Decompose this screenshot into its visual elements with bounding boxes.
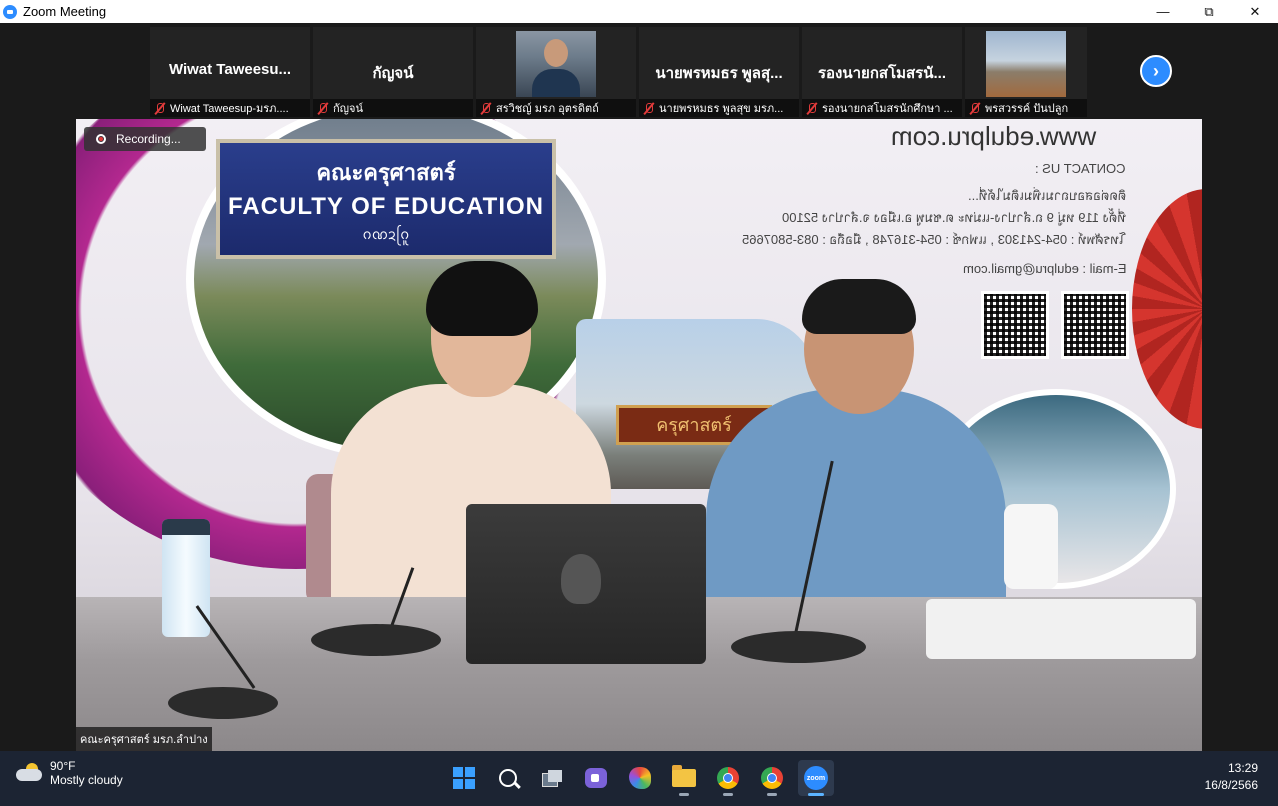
- chrome-icon: [761, 767, 783, 789]
- faculty-sign: คณะครุศาสตร์ FACULTY OF EDUCATION ᨣᨱᨯᨣᩕᩪ: [216, 139, 556, 259]
- qr-code: [981, 291, 1049, 359]
- laptop: [466, 504, 706, 664]
- contact-line: โทรศัพท์ : 054-241303 , แฟกซ์ : 054-3167…: [742, 232, 1126, 247]
- running-indicator: [679, 793, 689, 796]
- window-title: Zoom Meeting: [23, 4, 107, 19]
- participant-label: รองนายกสโมสรนักศึกษา ...: [822, 103, 953, 115]
- search-button[interactable]: [490, 760, 526, 796]
- weather-widget[interactable]: 90°F Mostly cloudy: [16, 759, 123, 787]
- participant-footer: พรสวรรค์ ปันปลูก: [965, 99, 1087, 117]
- meeting-area: Wiwat Taweesu... Wiwat Taweesup-มรภ.... …: [0, 23, 1278, 751]
- task-view-icon: [542, 770, 562, 787]
- palette-icon: [629, 767, 651, 789]
- recording-label: Recording...: [116, 132, 181, 146]
- participant-footer: สรวิชญ์ มรภ อุตรดิตถ์: [476, 99, 636, 117]
- participant-strip: Wiwat Taweesu... Wiwat Taweesup-มรภ.... …: [150, 27, 1090, 117]
- weather-temperature: 90°F: [50, 759, 76, 773]
- taskbar-apps: zoom: [446, 760, 842, 796]
- start-button[interactable]: [446, 760, 482, 796]
- sign-thai-text: คณะครุศาสตร์: [316, 160, 456, 185]
- windows-icon: [453, 767, 475, 789]
- laptop-sticker: [561, 554, 601, 604]
- chat-button[interactable]: [578, 760, 614, 796]
- speaker-man-hair: [802, 279, 916, 334]
- paint-app-button[interactable]: [622, 760, 658, 796]
- minimize-button[interactable]: —: [1140, 0, 1186, 23]
- next-page-button[interactable]: ›: [1140, 55, 1172, 87]
- speaker-woman-hair: [426, 261, 538, 336]
- participant-video: [986, 31, 1066, 97]
- taskbar: 90°F Mostly cloudy zoom 13:29 16/8/2566: [0, 751, 1278, 806]
- chevron-right-icon: ›: [1153, 60, 1159, 81]
- record-icon: [96, 134, 106, 144]
- chrome-profile-button[interactable]: [754, 760, 790, 796]
- microphone-base: [168, 687, 278, 719]
- participant-thumbnail[interactable]: รองนายกสโมสรนั... รองนายกสโมสรนักศึกษา .…: [802, 27, 962, 117]
- water-bottle: [162, 519, 210, 637]
- microphone-base: [311, 624, 441, 656]
- sign-english-text: FACULTY OF EDUCATION: [228, 193, 544, 220]
- microphone-base: [731, 631, 866, 663]
- task-view-button[interactable]: [534, 760, 570, 796]
- qr-code: [1061, 291, 1129, 359]
- document-camera: [1004, 504, 1058, 589]
- chat-icon: [585, 768, 607, 788]
- active-speaker-name: คณะครุศาสตร์ มรภ.ลำปาง: [76, 727, 212, 751]
- main-video[interactable]: คณะครุศาสตร์ FACULTY OF EDUCATION ᨣᨱᨯᨣᩕᩪ…: [76, 119, 1202, 751]
- participant-thumbnail[interactable]: Wiwat Taweesu... Wiwat Taweesup-มรภ....: [150, 27, 310, 117]
- chrome-icon: [717, 767, 739, 789]
- participant-thumbnail[interactable]: กัญจน์ กัญจน์: [313, 27, 473, 117]
- mic-muted-icon: [642, 102, 655, 115]
- participant-display-name: นายพรหมธร พูลสุ...: [655, 65, 783, 82]
- mic-muted-icon: [805, 102, 818, 115]
- mic-muted-icon: [968, 102, 981, 115]
- weather-description: Mostly cloudy: [50, 773, 123, 787]
- participant-label: Wiwat Taweesup-มรภ....: [170, 103, 289, 115]
- search-icon: [499, 769, 517, 787]
- contact-heading: CONTACT US :: [1035, 161, 1126, 176]
- recording-indicator[interactable]: Recording...: [84, 127, 206, 151]
- mic-muted-icon: [316, 102, 329, 115]
- participant-label: สรวิชญ์ มรภ อุตรดิตถ์: [496, 103, 599, 115]
- participant-label: พรสวรรค์ ปันปลูก: [985, 103, 1069, 115]
- maximize-button[interactable]: ⧉: [1186, 0, 1232, 23]
- participant-label: กัญจน์: [333, 103, 363, 115]
- active-indicator: [808, 793, 824, 796]
- participant-display-name: กัญจน์: [372, 65, 414, 82]
- running-indicator: [767, 793, 777, 796]
- participant-thumbnail[interactable]: สรวิชญ์ มรภ อุตรดิตถ์: [476, 27, 636, 117]
- participant-display-name: รองนายกสโมสรนั...: [817, 65, 946, 82]
- document-camera-base: [926, 599, 1196, 659]
- running-indicator: [723, 793, 733, 796]
- banner-url: www.edulpru.com: [890, 121, 1096, 151]
- window-controls: — ⧉ ✕: [1140, 0, 1278, 23]
- participant-thumbnail[interactable]: นายพรหมธร พูลสุ... นายพรหมธร พูลสุข มรภ.…: [639, 27, 799, 117]
- mic-muted-icon: [479, 102, 492, 115]
- sign-lanna-text: ᨣᨱᨯᨣᩕᩪ: [362, 226, 410, 242]
- participant-footer: นายพรหมธร พูลสุข มรภ...: [639, 99, 799, 117]
- file-explorer-button[interactable]: [666, 760, 702, 796]
- participant-thumbnail[interactable]: พรสวรรค์ ปันปลูก: [965, 27, 1087, 117]
- folder-icon: [672, 765, 696, 787]
- partly-cloudy-icon: [16, 763, 44, 783]
- zoom-app-icon: [3, 4, 17, 19]
- system-clock[interactable]: 13:29 16/8/2566: [1205, 760, 1258, 794]
- mic-muted-icon: [153, 102, 166, 115]
- participant-video: [516, 31, 596, 97]
- clock-date: 16/8/2566: [1204, 778, 1258, 792]
- clock-time: 13:29: [1227, 761, 1258, 775]
- close-button[interactable]: ✕: [1232, 0, 1278, 23]
- contact-line: ที่ตั้ง 119 หมู่ 9 ถ.ลำปาง-แม่ทะ ต.ชมพู …: [782, 210, 1126, 225]
- participant-footer: รองนายกสโมสรนักศึกษา ...: [802, 99, 962, 117]
- zoom-icon: zoom: [804, 766, 828, 790]
- participant-footer: Wiwat Taweesup-มรภ....: [150, 99, 310, 117]
- contact-line: E-mail : edulpru@gmail.com: [962, 261, 1126, 276]
- title-bar: Zoom Meeting — ⧉ ✕: [0, 0, 1278, 23]
- participant-display-name: Wiwat Taweesu...: [168, 61, 292, 78]
- zoom-app-button[interactable]: zoom: [798, 760, 834, 796]
- chrome-button[interactable]: [710, 760, 746, 796]
- contact-line: ติดต่อสอบถามเพิ่มเติมได้ที่...: [967, 188, 1126, 203]
- participant-label: นายพรหมธร พูลสุข มรภ...: [659, 103, 784, 115]
- participant-footer: กัญจน์: [313, 99, 473, 117]
